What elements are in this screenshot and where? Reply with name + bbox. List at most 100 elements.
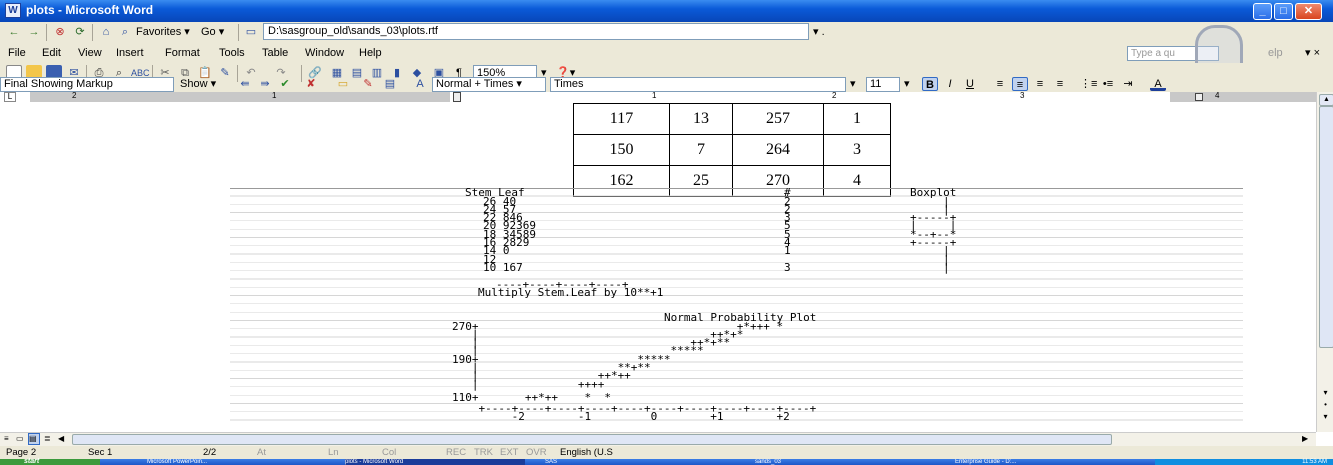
format-painter-icon[interactable]: ✎ (217, 65, 233, 81)
normal-view-icon[interactable]: ≡ (4, 434, 14, 445)
accept-change-icon[interactable]: ✔ (277, 77, 293, 91)
display-for-review-box[interactable]: Final Showing Markup (0, 77, 174, 92)
align-right-icon[interactable]: ≡ (1032, 77, 1048, 91)
italic-button[interactable]: I (942, 77, 958, 91)
table-cell: 117 (573, 103, 670, 135)
font-box[interactable]: Times (550, 77, 846, 92)
menu-bar: File Edit View Insert Format Tools Table… (0, 25, 1333, 83)
maximize-button[interactable]: □ (1274, 3, 1293, 20)
next-change-icon[interactable]: ⇛ (257, 77, 273, 91)
menu-tools[interactable]: Tools (219, 45, 245, 62)
address-dropdown[interactable]: ▾ . (813, 24, 825, 41)
menu-view[interactable]: View (78, 45, 102, 62)
right-indent-marker[interactable] (1195, 93, 1203, 101)
print-layout-view-icon[interactable]: ▤ (28, 433, 40, 445)
go-menu[interactable]: Go ▾ (201, 24, 224, 41)
address-field[interactable]: D:\sasgroup_old\sands_03\plots.rtf (263, 23, 809, 40)
menu-file[interactable]: File (8, 45, 26, 62)
scroll-up-icon[interactable]: ▲ (1319, 94, 1333, 106)
font-dropdown-arrow[interactable]: ▾ (850, 77, 856, 92)
menu-window[interactable]: Window (305, 45, 344, 62)
horizontal-scroll-thumb[interactable] (72, 434, 1112, 445)
styles-formatting-icon[interactable]: A (412, 77, 428, 91)
menu-format[interactable]: Format (165, 45, 200, 62)
scroll-left-icon[interactable]: ◀ (58, 434, 68, 445)
home-icon[interactable]: ⌂ (98, 24, 114, 40)
window-title-bar[interactable]: W plots - Microsoft Word _ □ ✕ (0, 0, 1333, 22)
outline-view-icon[interactable]: ≣ (44, 434, 54, 445)
taskbar-item-active[interactable]: plots - Microsoft Word (345, 459, 525, 465)
favorites-menu[interactable]: Favorites ▾ (136, 24, 190, 41)
table-cell: 264 (732, 134, 824, 166)
stem-row: 10 167 (483, 260, 523, 274)
status-rec[interactable]: REC (446, 446, 466, 459)
ruler-margin-right (1170, 92, 1316, 102)
indent-marker[interactable] (453, 92, 461, 102)
status-ovr[interactable]: OVR (526, 446, 547, 459)
align-center-icon[interactable]: ≡ (1012, 77, 1028, 91)
justify-icon[interactable]: ≡ (1052, 77, 1068, 91)
web-toolbar: ← → ⊗ ⟳ ⌂ ⌕ Favorites ▾ Go ▾ ▭ D:\sasgro… (0, 22, 1333, 44)
taskbar-item[interactable]: Enterprise Guide - D:... (955, 459, 1145, 465)
show-only-web-toolbar-icon[interactable]: ▭ (243, 24, 259, 40)
align-left-icon[interactable]: ≡ (992, 77, 1008, 91)
reviewing-pane-icon[interactable]: ▤ (382, 77, 398, 91)
status-at: At (257, 447, 266, 458)
increase-indent-icon[interactable]: ⇥ (1120, 77, 1136, 91)
next-page-icon[interactable]: ▾ (1319, 412, 1332, 422)
font-color-icon[interactable]: A (1150, 77, 1166, 91)
bold-button[interactable]: B (922, 77, 938, 91)
font-size-box[interactable]: 11 (866, 77, 900, 92)
menu-insert[interactable]: Insert (116, 45, 144, 62)
stop-icon[interactable]: ⊗ (52, 24, 68, 40)
status-bar: Page 2 Sec 1 2/2 At Ln Col REC TRK EXT O… (0, 446, 1333, 459)
vertical-scrollbar[interactable]: ▲ ▾ • ▾ (1316, 92, 1333, 432)
table-cell: 13 (669, 103, 733, 135)
help-box-suffix: elp (1268, 47, 1283, 59)
previous-page-icon[interactable]: ▾ (1319, 388, 1332, 398)
stem-count: 1 (784, 244, 791, 258)
ruler-number: 1 (652, 91, 657, 100)
back-arrow-icon[interactable]: ← (6, 24, 22, 40)
insert-comment-icon[interactable]: ▭ (335, 77, 351, 91)
web-view-icon[interactable]: ▭ (16, 434, 26, 445)
minimize-button[interactable]: _ (1253, 3, 1272, 20)
word-app-icon[interactable]: W (5, 3, 21, 18)
taskbar-item[interactable]: sands_03 (755, 459, 935, 465)
style-box[interactable]: Normal + Times ▾ (432, 77, 546, 92)
show-markup-menu[interactable]: Show ▾ (180, 77, 216, 92)
reject-change-icon[interactable]: ✘ (303, 77, 319, 91)
previous-change-icon[interactable]: ⇚ (237, 77, 253, 91)
track-changes-icon[interactable]: ✎ (360, 77, 376, 91)
menu-help[interactable]: Help (359, 45, 382, 62)
menu-edit[interactable]: Edit (42, 45, 61, 62)
menu-table[interactable]: Table (262, 45, 288, 62)
forward-arrow-icon[interactable]: → (26, 24, 42, 40)
status-ext[interactable]: EXT (500, 446, 518, 459)
ruler-margin-left (30, 92, 450, 102)
scroll-right-icon[interactable]: ▶ (1302, 434, 1312, 445)
close-document-button[interactable]: ▾ × (1305, 45, 1320, 62)
scroll-thumb[interactable] (1319, 106, 1333, 348)
formatting-toolbar: Final Showing Markup Show ▾ ⇚ ⇛ ✔ ✘ ▭ ✎ … (0, 77, 1333, 92)
select-browse-object-icon[interactable]: • (1319, 400, 1332, 410)
window-title: plots - Microsoft Word (26, 3, 154, 17)
ruler-number: 1 (272, 91, 277, 100)
toolbar-separator (46, 24, 47, 41)
start-button[interactable]: start (0, 458, 100, 465)
taskbar-item[interactable]: Microsoft PowerPoin... (147, 459, 327, 465)
refresh-icon[interactable]: ⟳ (72, 24, 88, 40)
font-size-dropdown-arrow[interactable]: ▾ (904, 77, 910, 92)
search-web-icon[interactable]: ⌕ (117, 24, 133, 40)
taskbar-item[interactable]: SAS (545, 459, 725, 465)
numbering-icon[interactable]: ⋮≡ (1080, 77, 1097, 91)
close-button[interactable]: ✕ (1295, 3, 1322, 20)
tab-selector-icon[interactable]: L (4, 92, 16, 102)
system-tray-clock[interactable]: 11:53 AM (1155, 459, 1333, 465)
horizontal-scrollbar[interactable]: ≡ ▭ ▤ ≣ ◀ ▶ (0, 432, 1316, 447)
ruler-number: 2 (832, 91, 837, 100)
bullets-icon[interactable]: •≡ (1100, 77, 1116, 91)
table-cell: 150 (573, 134, 670, 166)
status-trk[interactable]: TRK (474, 446, 493, 459)
underline-button[interactable]: U (962, 77, 978, 91)
